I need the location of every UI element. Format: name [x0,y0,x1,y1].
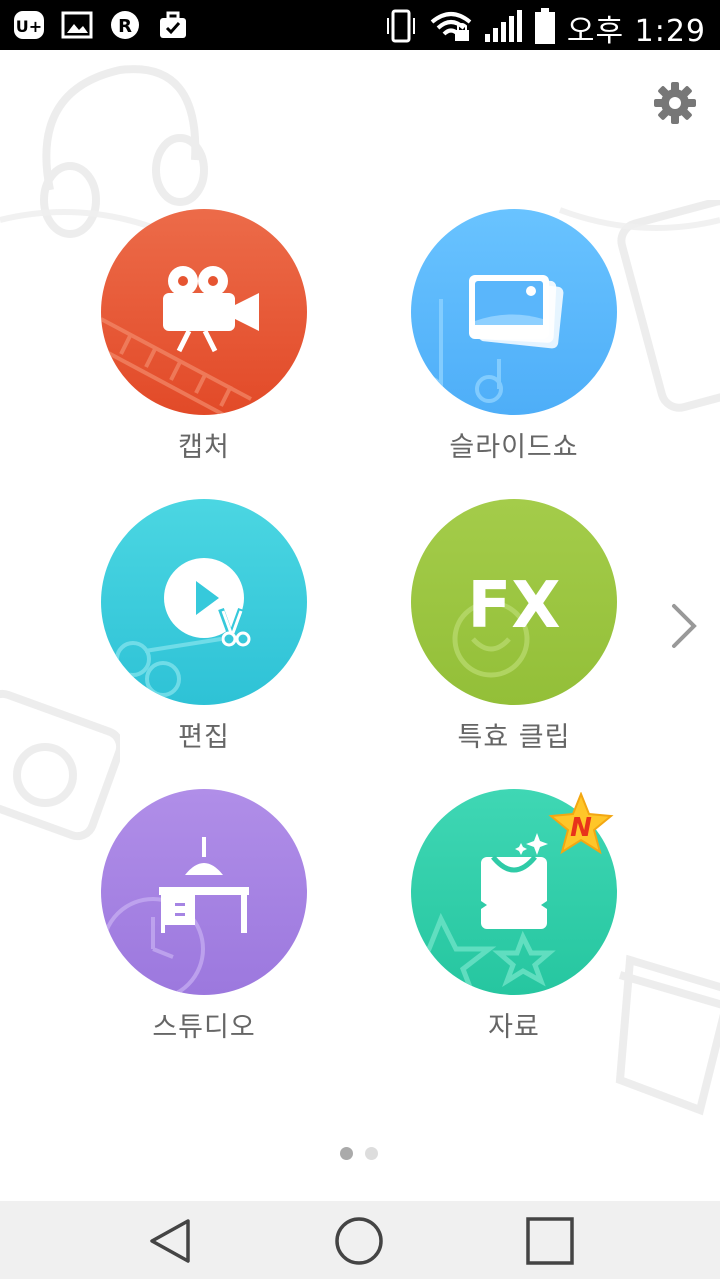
gear-icon [654,82,696,124]
status-bar: U+ R 오후 1:29 [0,0,720,50]
back-icon[interactable] [144,1215,196,1267]
fx-icon: FX [452,569,561,678]
signal-icon [483,8,523,48]
app-label-capture: 캡처 [178,432,230,463]
movie-camera-icon [101,266,259,415]
page-indicator [340,1147,378,1160]
photo-stack-icon [419,275,564,403]
app-slideshow[interactable]: 슬라이드쇼 [399,209,629,464]
play-scissors-icon [115,558,251,697]
fx-circle: FX [411,499,617,705]
studio-circle [101,789,307,995]
chevron-right-icon[interactable] [664,600,704,652]
svg-text:U+: U+ [16,17,42,36]
new-badge-text: N [570,813,592,843]
page-dot-2 [365,1147,378,1160]
capture-circle [101,209,307,415]
notification-icons: U+ R [12,9,190,41]
new-badge-icon: N [548,792,614,855]
wifi-lock-icon [429,8,473,48]
r-badge-icon: R [108,9,142,41]
app-label-data: 자료 [488,1012,540,1043]
app-studio[interactable]: 스튜디오 [89,789,319,1044]
svg-text:R: R [118,16,132,37]
app-label-studio: 스튜디오 [152,1012,256,1043]
vibrate-icon [383,8,419,48]
app-capture[interactable]: 캡처 [89,209,319,464]
battery-icon [533,7,557,49]
gallery-icon [60,9,94,41]
slideshow-circle [411,209,617,415]
clock: 오후 1:29 [566,14,706,49]
system-icons: 오후 1:29 [383,6,706,50]
edit-circle [101,499,307,705]
uplus-icon: U+ [12,9,46,41]
app-label-fx-clip: 특효 클립 [457,722,571,753]
home-icon[interactable] [333,1215,385,1267]
app-fx-clip[interactable]: FX 특효 클립 [399,499,629,754]
briefcase-check-icon [156,9,190,41]
navigation-bar [0,1201,720,1279]
desk-lamp-icon [101,837,249,995]
app-edit[interactable]: 편집 [89,499,319,754]
settings-button[interactable] [652,80,698,126]
page-dot-1 [340,1147,353,1160]
app-label-edit: 편집 [178,722,230,753]
fx-text: FX [467,569,560,643]
app-label-slideshow: 슬라이드쇼 [449,432,579,463]
recents-icon[interactable] [524,1215,576,1267]
